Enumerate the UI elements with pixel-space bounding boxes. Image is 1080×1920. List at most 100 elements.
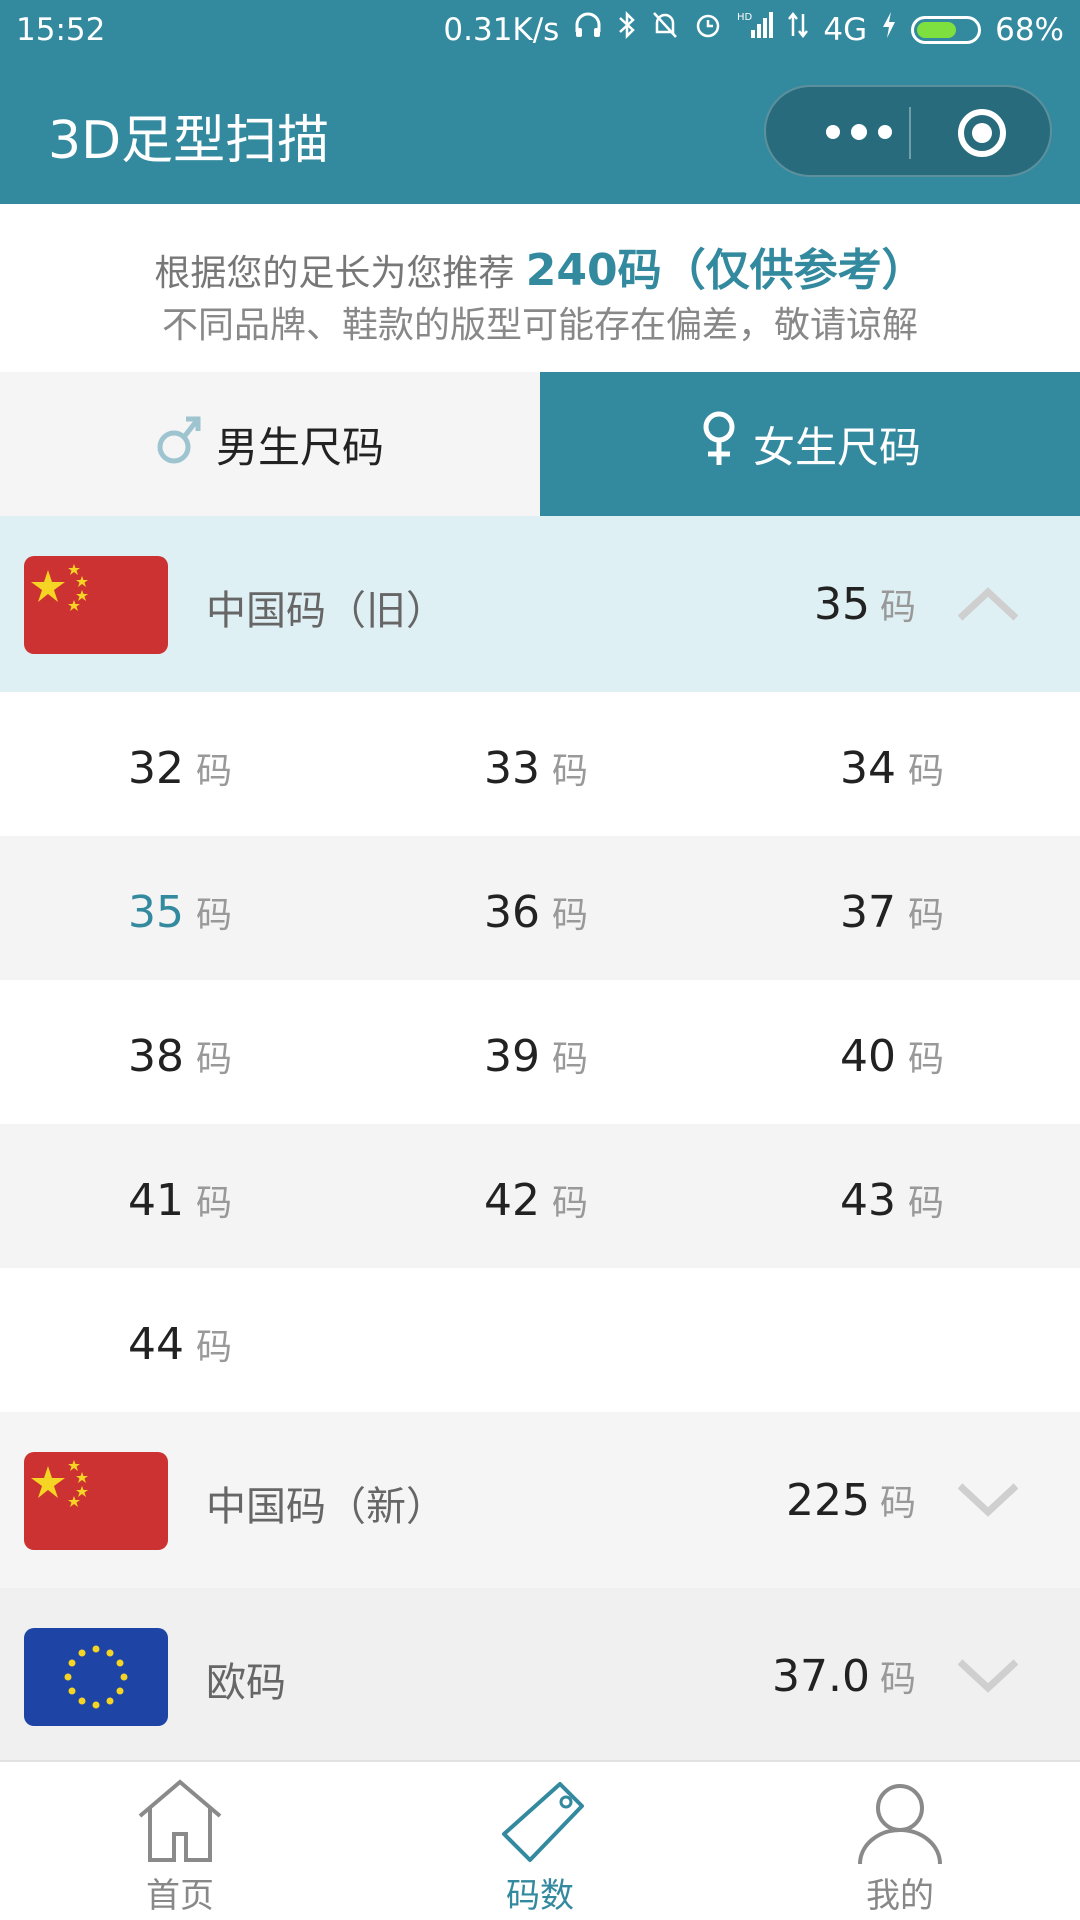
close-miniapp-icon[interactable] <box>958 109 1006 157</box>
status-bar: 15:52 0.31K/s HD 4G 68% <box>0 0 1080 62</box>
net-speed: 0.31K/s <box>443 11 560 48</box>
nav-sizes[interactable]: 码数 <box>360 1762 720 1920</box>
size-option-value: 40 <box>840 1031 896 1082</box>
network-type: 4G <box>823 11 868 48</box>
size-option-unit: 码 <box>196 751 233 792</box>
alarm-icon <box>693 10 723 49</box>
tab-female-sizes[interactable]: 女生尺码 <box>540 372 1080 516</box>
tab-male-label: 男生尺码 <box>215 422 384 472</box>
region-size: 225 码 <box>786 1474 916 1526</box>
nav-profile[interactable]: 我的 <box>720 1762 1080 1920</box>
chevron-up-icon[interactable] <box>958 582 1018 626</box>
size-option[interactable]: 33 码 <box>484 742 588 794</box>
male-symbol-icon <box>156 411 202 477</box>
region-name: 中国码（旧） <box>206 588 446 634</box>
size-grid-row: 44 码 <box>0 1268 1080 1412</box>
size-option-value: 34 <box>840 743 896 794</box>
size-option-value: 44 <box>128 1319 184 1370</box>
size-option[interactable]: 40 码 <box>840 1030 944 1082</box>
data-arrows-icon <box>787 10 809 49</box>
size-option[interactable]: 44 码 <box>128 1318 232 1370</box>
charging-icon <box>881 10 897 49</box>
china-flag-icon <box>24 556 168 654</box>
signal-hd-icon: HD <box>737 10 774 49</box>
region-row-cn-new[interactable]: 中国码（新） 225 码 <box>0 1412 1080 1588</box>
size-option[interactable]: 43 码 <box>840 1174 944 1226</box>
mute-bell-icon <box>651 10 679 49</box>
recommendation-prefix: 根据您的足长为您推荐 <box>154 253 526 294</box>
region-size: 37.0 码 <box>772 1650 916 1702</box>
size-option[interactable]: 37 码 <box>840 886 944 938</box>
battery-fill <box>917 21 957 38</box>
nav-profile-label: 我的 <box>866 1876 934 1916</box>
home-icon <box>138 1779 222 1862</box>
size-option-unit: 码 <box>552 1039 589 1080</box>
bluetooth-icon <box>617 10 637 49</box>
size-option[interactable]: 39 码 <box>484 1030 588 1082</box>
size-option[interactable]: 38 码 <box>128 1030 232 1082</box>
battery-percent: 68% <box>995 11 1064 48</box>
more-icon[interactable] <box>808 117 908 149</box>
size-option[interactable]: 36 码 <box>484 886 588 938</box>
region-row-cn-old[interactable]: 中国码（旧） 35 码 <box>0 516 1080 692</box>
tag-icon <box>502 1782 584 1862</box>
size-option-value: 38 <box>128 1031 184 1082</box>
recommendation-note: 不同品牌、鞋款的版型可能存在偏差，敬请谅解 <box>161 305 918 346</box>
tab-male-sizes[interactable]: 男生尺码 <box>0 372 540 516</box>
region-size-value: 37.0 <box>772 1651 870 1702</box>
chevron-down-icon[interactable] <box>958 1478 1018 1522</box>
size-option-value: 32 <box>128 743 184 794</box>
region-size-value: 35 <box>813 579 870 630</box>
eu-flag-icon <box>24 1628 168 1726</box>
size-option[interactable]: 34 码 <box>840 742 944 794</box>
china-flag-icon <box>24 1452 168 1550</box>
status-indicators: 0.31K/s HD 4G 68% <box>443 10 1064 49</box>
battery-icon <box>911 15 982 44</box>
size-grid: 32 码 33 码 34 码 35 码 36 码 37 码 38 码 39 码 40 码 41 码 … <box>0 692 1080 1412</box>
size-option-unit: 码 <box>196 1183 233 1224</box>
region-size-value: 225 <box>786 1475 870 1526</box>
size-option-unit: 码 <box>552 751 589 792</box>
recommendation-line: 根据您的足长为您推荐 240码（仅供参考） <box>0 234 1080 298</box>
size-option-value: 41 <box>128 1175 184 1226</box>
size-option[interactable]: 41 码 <box>128 1174 232 1226</box>
region-row-eu[interactable]: 欧码 37.0 码 <box>0 1588 1080 1760</box>
size-option-unit: 码 <box>908 895 945 936</box>
region-size-unit: 码 <box>879 1483 916 1524</box>
size-option-value: 33 <box>484 743 540 794</box>
page-title: 3D足型扫描 <box>48 111 330 171</box>
nav-home-label: 首页 <box>146 1876 214 1916</box>
nav-sizes-label: 码数 <box>506 1876 574 1916</box>
size-option-unit: 码 <box>552 1183 589 1224</box>
size-grid-row: 38 码 39 码 40 码 <box>0 980 1080 1124</box>
size-option-value: 36 <box>484 887 540 938</box>
size-option-unit: 码 <box>196 895 233 936</box>
size-option-unit: 码 <box>908 751 945 792</box>
size-option-selected[interactable]: 35 码 <box>128 886 232 938</box>
size-grid-row: 32 码 33 码 34 码 <box>0 692 1080 836</box>
tab-female-label: 女生尺码 <box>752 422 921 472</box>
female-symbol-icon <box>699 409 739 479</box>
size-option-value: 35 <box>128 887 184 938</box>
size-option-unit: 码 <box>552 895 589 936</box>
region-name: 中国码（新） <box>206 1484 446 1530</box>
size-option[interactable]: 42 码 <box>484 1174 588 1226</box>
user-icon <box>858 1784 942 1865</box>
region-name: 欧码 <box>206 1660 286 1706</box>
nav-home[interactable]: 首页 <box>0 1762 360 1920</box>
region-size: 35 码 <box>814 578 916 630</box>
gender-tabs: 男生尺码 女生尺码 <box>0 372 1080 516</box>
size-option-unit: 码 <box>196 1327 233 1368</box>
bottom-nav: 首页 码数 我的 <box>0 1760 1080 1920</box>
size-option-value: 39 <box>484 1031 540 1082</box>
size-grid-row: 35 码 36 码 37 码 <box>0 836 1080 980</box>
recommended-size: 240码（仅供参考） <box>525 245 926 296</box>
app-header: 15:52 0.31K/s HD 4G 68% 3D足型扫描 <box>0 0 1080 204</box>
size-option-value: 43 <box>840 1175 896 1226</box>
hd-label: HD <box>737 12 753 23</box>
status-time: 15:52 <box>16 12 106 48</box>
chevron-down-icon[interactable] <box>958 1654 1018 1698</box>
headphones-icon <box>573 10 603 49</box>
miniapp-capsule <box>764 85 1052 177</box>
size-option[interactable]: 32 码 <box>128 742 232 794</box>
